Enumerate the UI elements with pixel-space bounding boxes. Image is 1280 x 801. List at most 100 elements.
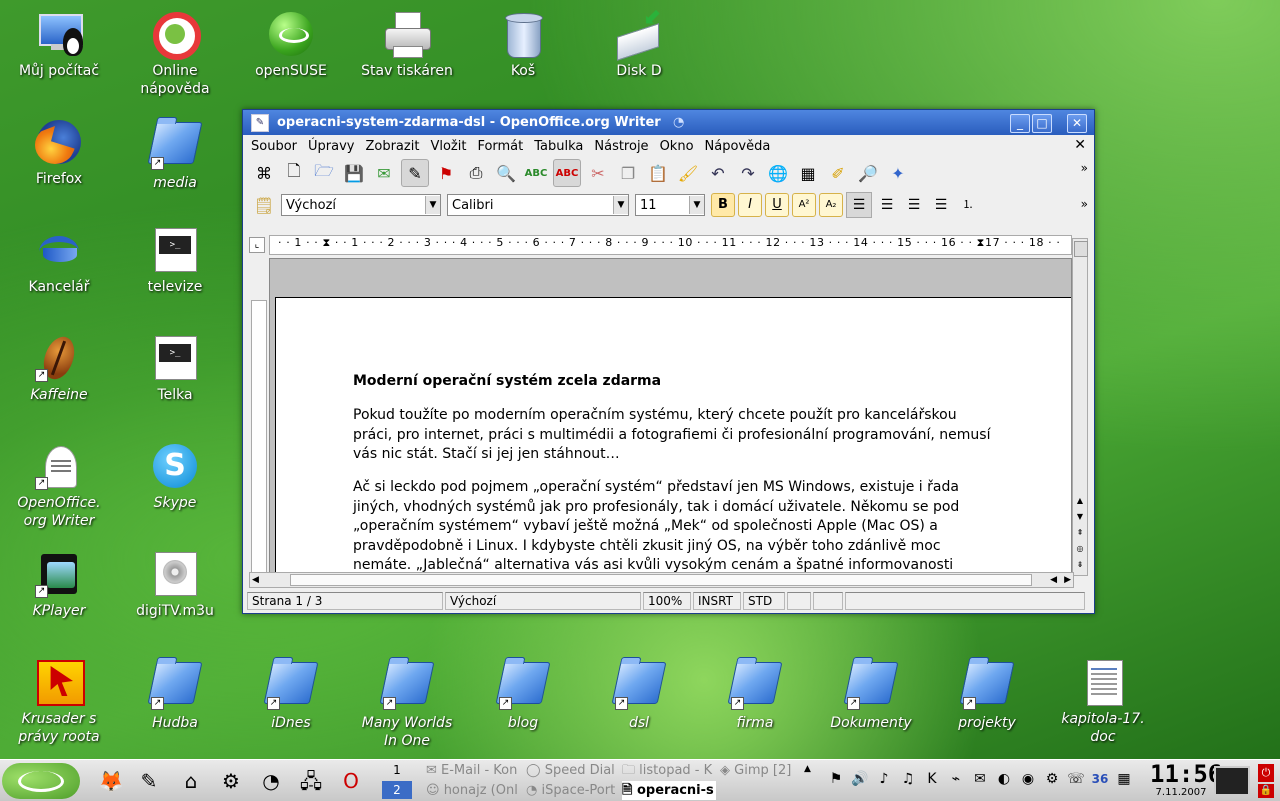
vertical-ruler[interactable]: [251, 300, 267, 578]
underline-button[interactable]: U: [765, 193, 789, 217]
numbering-button[interactable]: ⒈: [956, 193, 980, 217]
open-folder-icon[interactable]: 🗁: [311, 160, 337, 186]
menu-vlozit[interactable]: Vložit: [430, 139, 466, 154]
desktop-icon-many-worlds[interactable]: ↗ Many Worlds In One: [349, 658, 465, 750]
menu-tabulka[interactable]: Tabulka: [534, 139, 583, 154]
save-icon[interactable]: 💾: [341, 160, 367, 186]
edit-mode-icon[interactable]: ✎: [401, 159, 429, 187]
new-document-icon[interactable]: 🗋: [281, 160, 307, 186]
network-launcher-icon[interactable]: 🖧: [296, 766, 326, 796]
close-document-icon[interactable]: ✕: [1074, 137, 1086, 153]
desktop-icon-televize[interactable]: >_ televize: [117, 226, 233, 296]
desktop-icon-kaffeine[interactable]: ↗ Kaffeine: [1, 332, 117, 404]
task-writer-active[interactable]: 🗎 operacni-s: [622, 781, 716, 800]
font-size-select[interactable]: 11 ▼: [635, 194, 705, 216]
menu-napoveda[interactable]: Nápověda: [705, 139, 771, 154]
maximize-button[interactable]: □: [1032, 114, 1052, 133]
home-launcher-icon[interactable]: ⌂: [176, 766, 206, 796]
scroll-thumb[interactable]: [1074, 241, 1088, 257]
task-group-arrow-icon[interactable]: ▲: [804, 764, 811, 774]
toolbar-more-icon[interactable]: »: [1081, 161, 1088, 175]
paragraph-style-select[interactable]: Výchozí ▼: [281, 194, 441, 216]
scroll-left-arrow[interactable]: ◀: [1050, 573, 1057, 587]
desktop-icon-skype[interactable]: S Skype: [117, 442, 233, 512]
scroll-right-arrow[interactable]: ▶: [1064, 573, 1071, 587]
start-menu-button[interactable]: [2, 763, 80, 799]
minimize-button[interactable]: _: [1010, 114, 1030, 133]
mixer-icon[interactable]: ♫: [898, 768, 918, 790]
subscript-button[interactable]: A₂: [819, 193, 843, 217]
autospellcheck-icon[interactable]: ABC: [553, 159, 581, 187]
document-area[interactable]: Moderní operační systém zcela zdarma Pok…: [269, 258, 1072, 576]
navigator-icon[interactable]: ✦: [885, 160, 911, 186]
desktop-icon-online-help[interactable]: Online nápověda: [117, 10, 233, 98]
menu-upravy[interactable]: Úpravy: [308, 139, 354, 154]
menu-format[interactable]: Formát: [477, 139, 523, 154]
weather-temp[interactable]: 36: [1090, 768, 1110, 790]
task-gimp[interactable]: ◈ Gimp [2]: [720, 761, 802, 780]
find-replace-icon[interactable]: 🔎: [855, 160, 881, 186]
show-desktop-icon[interactable]: [1214, 766, 1250, 796]
vertical-scrollbar[interactable]: ▲ ▼ ⇞ ◎ ⇟: [1072, 238, 1088, 576]
desktop-icon-kapitola-17[interactable]: kapitola-17. doc: [1045, 658, 1161, 746]
superscript-button[interactable]: A²: [792, 193, 816, 217]
calendar-tray-icon[interactable]: ▦: [1114, 768, 1134, 790]
desktop-pager-2[interactable]: 2: [382, 781, 412, 799]
format-paintbrush-icon[interactable]: 🖌: [675, 160, 701, 186]
writer-window[interactable]: ✎ operacni-system-zdarma-dsl - OpenOffic…: [242, 109, 1095, 614]
opera-launcher-icon[interactable]: O: [336, 766, 366, 796]
redo-icon[interactable]: ↷: [735, 160, 761, 186]
browser-launcher-icon[interactable]: ◔: [256, 766, 286, 796]
menu-zobrazit[interactable]: Zobrazit: [365, 139, 419, 154]
kinternet-icon[interactable]: ⚙: [1042, 768, 1062, 790]
desktop-icon-opensuse[interactable]: openSUSE: [233, 10, 349, 80]
export-pdf-icon[interactable]: ⚑: [433, 160, 459, 186]
undo-icon[interactable]: ↶: [705, 160, 731, 186]
desktop-icon-firefox[interactable]: Firefox: [1, 118, 117, 188]
align-right-button[interactable]: ☰: [902, 193, 926, 217]
paste-icon[interactable]: 📋: [645, 160, 671, 186]
skype-tray-icon[interactable]: ☏: [1066, 768, 1086, 790]
align-justify-button[interactable]: ☰: [929, 193, 953, 217]
styles-formatting-icon[interactable]: 🗒: [251, 192, 277, 218]
desktop-icon-dokumenty[interactable]: ↗ Dokumenty: [813, 658, 929, 732]
task-email[interactable]: ✉ E-Mail - Kon: [426, 761, 522, 780]
clock[interactable]: 11:56 7.11.2007: [1150, 761, 1222, 799]
document-page[interactable]: Moderní operační systém zcela zdarma Pok…: [275, 297, 1071, 575]
horizontal-scrollbar[interactable]: ◀ ◀ ▶: [249, 572, 1074, 588]
volume-icon[interactable]: 🔊: [850, 768, 870, 790]
menu-soubor[interactable]: Soubor: [251, 139, 297, 154]
print-preview-icon[interactable]: 🔍: [493, 160, 519, 186]
desktop-icon-my-computer[interactable]: Můj počítač: [1, 10, 117, 80]
spellcheck-icon[interactable]: ABC: [523, 160, 549, 186]
nvidia-icon[interactable]: ◉: [1018, 768, 1038, 790]
firefox-launcher-icon[interactable]: 🦊: [96, 766, 126, 796]
tab-stop-type-icon[interactable]: ⌞: [249, 237, 265, 253]
align-left-button[interactable]: ☰: [846, 192, 872, 218]
align-center-button[interactable]: ☰: [875, 193, 899, 217]
window-titlebar[interactable]: ✎ operacni-system-zdarma-dsl - OpenOffic…: [243, 110, 1094, 135]
task-listopad[interactable]: 🗀 listopad - K: [622, 761, 716, 780]
task-speed-dial[interactable]: ◯ Speed Dial: [526, 761, 618, 780]
klipper-icon[interactable]: K: [922, 768, 942, 790]
scroll-thumb[interactable]: [290, 574, 1032, 586]
task-honajz[interactable]: ☺ honajz (Onl: [426, 781, 522, 800]
konqueror-launcher-icon[interactable]: ⚙: [216, 766, 246, 796]
desktop-icon-digitv[interactable]: digiTV.m3u: [117, 550, 233, 620]
lock-icon[interactable]: 🔒: [1258, 784, 1274, 798]
cut-icon[interactable]: ✂: [585, 160, 611, 186]
task-ispace[interactable]: ◔ iSpace-Port: [526, 781, 618, 800]
desktop-icon-dsl[interactable]: ↗ dsl: [581, 658, 697, 732]
desktop-icon-media[interactable]: ↗ media: [117, 118, 233, 192]
font-name-select[interactable]: Calibri ▼: [447, 194, 629, 216]
desktop-pager-1[interactable]: 1: [382, 761, 412, 779]
desktop-icon-firma[interactable]: ↗ firma: [697, 658, 813, 732]
editor-launcher-icon[interactable]: ✎: [134, 766, 164, 796]
status-page[interactable]: Strana 1 / 3: [247, 592, 443, 610]
horizontal-ruler[interactable]: · · 1 · · ⧗ · · 1 · · · 2 · · · 3 · · · …: [269, 235, 1072, 255]
close-button[interactable]: ✕: [1067, 114, 1087, 133]
desktop-icon-kplayer[interactable]: ↗ KPlayer: [1, 550, 117, 620]
command-icon[interactable]: ⌘: [251, 160, 277, 186]
chevron-down-icon[interactable]: ▼: [613, 196, 628, 214]
status-style[interactable]: Výchozí: [445, 592, 641, 610]
